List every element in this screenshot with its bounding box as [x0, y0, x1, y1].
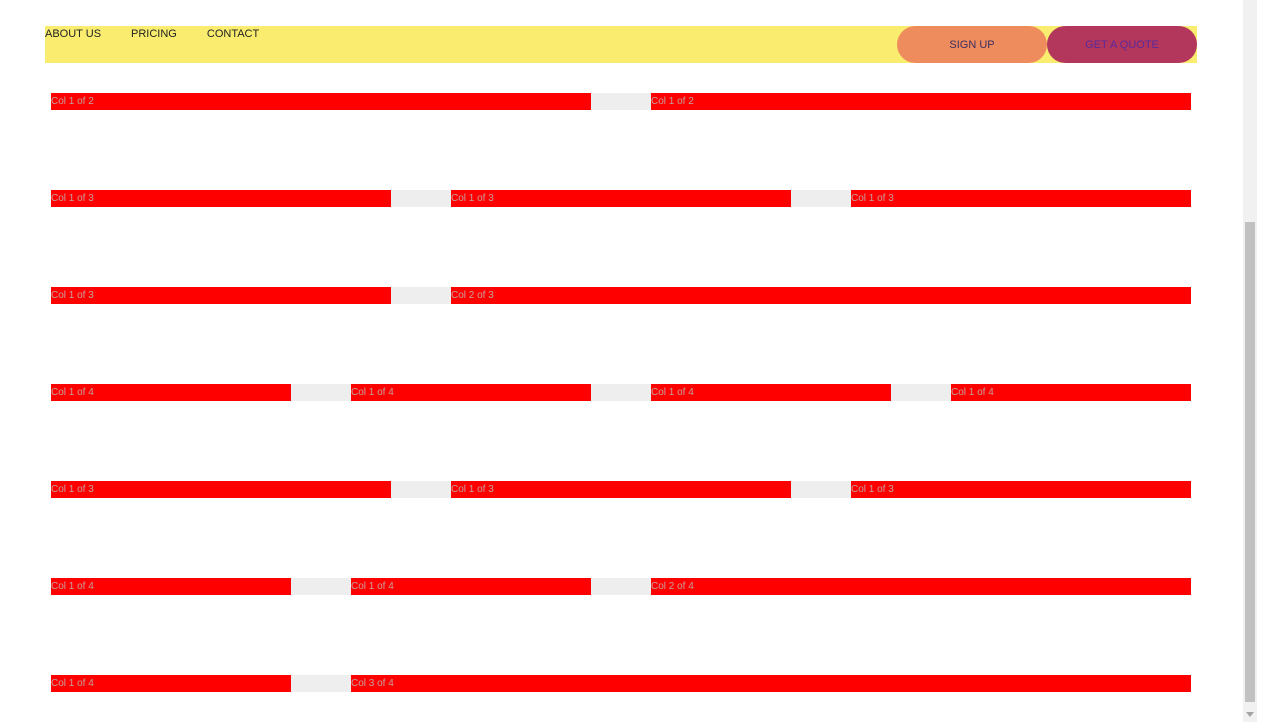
- grid-column: Col 1 of 3: [451, 190, 791, 207]
- grid-column: Col 1 of 4: [351, 578, 591, 595]
- nav-links: ABOUT US PRICING CONTACT: [45, 29, 259, 40]
- grid-column: Col 1 of 3: [51, 287, 391, 304]
- page: ABOUT US PRICING CONTACT SIGN UP GET A Q…: [0, 0, 1257, 722]
- nav-link-pricing[interactable]: PRICING: [131, 29, 177, 40]
- grid-column: Col 1 of 4: [51, 675, 291, 692]
- grid-column: Col 1 of 3: [451, 481, 791, 498]
- grid-column: Col 1 of 3: [851, 190, 1191, 207]
- grid-column: Col 1 of 3: [851, 481, 1191, 498]
- grid-column: Col 1 of 4: [951, 384, 1191, 401]
- grid-row: Col 1 of 4 Col 1 of 4 Col 1 of 4 Col 1 of 4: [51, 384, 1191, 401]
- nav-link-contact[interactable]: CONTACT: [207, 29, 259, 40]
- grid-row: Col 1 of 4 Col 1 of 4 Col 2 of 4: [51, 578, 1191, 595]
- top-navbar: ABOUT US PRICING CONTACT SIGN UP GET A Q…: [45, 26, 1197, 63]
- grid-row: Col 1 of 4 Col 3 of 4: [51, 675, 1191, 692]
- scroll-down-arrow-icon[interactable]: [1246, 712, 1254, 717]
- grid-column: Col 1 of 4: [351, 384, 591, 401]
- grid-column: Col 1 of 4: [51, 384, 291, 401]
- grid-column: Col 1 of 2: [651, 93, 1191, 110]
- grid-column: Col 1 of 4: [51, 578, 291, 595]
- sign-up-button[interactable]: SIGN UP: [897, 26, 1047, 63]
- grid-column: Col 1 of 2: [51, 93, 591, 110]
- grid-column: Col 2 of 3: [451, 287, 1191, 304]
- grid-column: Col 1 of 3: [51, 190, 391, 207]
- grid-row: Col 1 of 3 Col 1 of 3 Col 1 of 3: [51, 481, 1191, 498]
- grid-column: Col 2 of 4: [651, 578, 1191, 595]
- grid-column: Col 1 of 4: [651, 384, 891, 401]
- scrollbar-thumb[interactable]: [1245, 222, 1255, 702]
- grid-row: Col 1 of 3 Col 1 of 3 Col 1 of 3: [51, 190, 1191, 207]
- nav-link-about-us[interactable]: ABOUT US: [45, 29, 101, 40]
- grid-column: Col 3 of 4: [351, 675, 1191, 692]
- grid-row: Col 1 of 2 Col 1 of 2: [51, 93, 1191, 110]
- vertical-scrollbar[interactable]: [1243, 0, 1257, 722]
- get-a-quote-button[interactable]: GET A QUOTE: [1047, 26, 1197, 63]
- grid-row: Col 1 of 3 Col 2 of 3: [51, 287, 1191, 304]
- grid-column: Col 1 of 3: [51, 481, 391, 498]
